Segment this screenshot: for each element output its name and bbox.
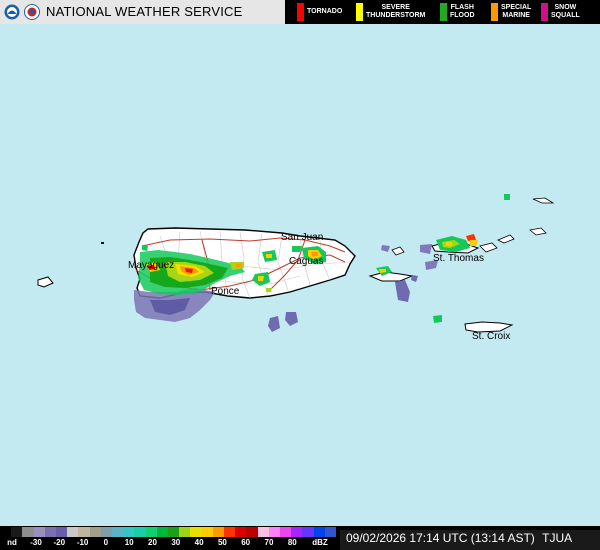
legend-label: SPECIAL MARINE <box>501 4 532 19</box>
label-caguas: Caguas <box>289 256 323 267</box>
scale-color-cell <box>100 527 113 537</box>
legend-label: SEVERE THUNDERSTORM <box>366 4 426 19</box>
label-st-croix: St. Croix <box>472 331 510 342</box>
radar-map[interactable]: San Juan Caguas Mayaguez Ponce St. Thoma… <box>0 24 600 526</box>
desecheo-island <box>101 242 104 244</box>
legend-label: FLASH FLOOD <box>450 4 475 19</box>
scale-tick-label: 50 <box>217 538 227 547</box>
scale-color-cell <box>291 527 303 537</box>
nws-logos <box>4 4 40 20</box>
page-title: NATIONAL WEATHER SERVICE <box>46 4 243 19</box>
legend-swatch <box>297 3 304 21</box>
scale-tick-label: 30 <box>171 538 181 547</box>
label-san-juan: San Juan <box>281 232 323 243</box>
radar-id: TJUA <box>542 531 573 545</box>
label-mayaguez: Mayaguez <box>128 260 174 271</box>
scale-tick-label: 80 <box>287 538 297 547</box>
scale-color-cell <box>235 527 247 537</box>
legend-swatch <box>356 3 363 21</box>
scale-tick-label: 70 <box>264 538 274 547</box>
scale-color-cell <box>11 527 23 537</box>
scale-color-cell <box>156 527 169 537</box>
timestamp-bar: 09/02/2026 17:14 UTC (13:14 AST) TJUA <box>340 530 600 550</box>
scale-tick-label: 10 <box>124 538 134 547</box>
legend-label: SNOW SQUALL <box>551 4 580 19</box>
scale-color-cell <box>112 527 124 537</box>
reflectivity-color-bar: nd -30 -20 -10 0 10 20 30 40 50 60 70 80 dBZ <box>0 526 337 550</box>
scale-tick-label: -30 <box>30 538 42 547</box>
scale-tick-label: 20 <box>148 538 157 547</box>
timestamp: 09/02/2026 17:14 UTC (13:14 AST) <box>346 531 535 545</box>
scale-color-cell <box>22 527 35 537</box>
scale-color-cell <box>257 527 270 537</box>
scale-color-cell <box>280 527 292 537</box>
scale-color-cell <box>268 527 281 537</box>
scale-color-cell <box>224 527 236 537</box>
scale-color-cell <box>179 527 191 537</box>
noaa-logo-icon <box>4 4 20 20</box>
warning-legend: TORNADO SEVERE THUNDERSTORM FLASH FLOOD SPE… <box>285 0 600 24</box>
scale-color-cell <box>246 527 259 537</box>
legend-swatch <box>491 3 498 21</box>
scale-color-cell <box>56 527 68 537</box>
scale-color-cell <box>134 527 147 537</box>
scale-tick-label: 60 <box>241 538 251 547</box>
scale-color-cell <box>190 527 203 537</box>
legend-swatch <box>440 3 447 21</box>
label-ponce: Ponce <box>211 286 240 297</box>
scale-tick-label: -20 <box>53 538 66 547</box>
scale-color-cell <box>302 527 315 537</box>
scale-tick-label: 0 <box>103 538 109 547</box>
scale-color-cell <box>168 527 180 537</box>
scale-color-cell <box>212 527 225 537</box>
scale-color-cell <box>78 527 91 537</box>
legend-label: TORNADO <box>307 8 343 15</box>
legend-swatch <box>541 3 548 21</box>
scale-color-cell <box>89 527 102 537</box>
scale-color-cell <box>324 527 337 537</box>
scale-color-cell <box>67 527 79 537</box>
scale-color-cell <box>313 527 326 537</box>
scale-color-cell <box>145 527 158 537</box>
label-st-thomas: St. Thomas <box>433 253 484 264</box>
nws-logo-icon <box>24 4 40 20</box>
scale-color-cell <box>0 527 12 537</box>
scale-unit-label: dBZ <box>312 538 328 547</box>
scale-color-cell <box>33 527 46 537</box>
scale-nd-label: nd <box>7 538 17 547</box>
scale-color-cell <box>123 527 135 537</box>
scale-tick-label: -10 <box>76 538 89 547</box>
scale-tick-label: 40 <box>194 538 204 547</box>
scale-color-cell <box>44 527 57 537</box>
scale-color-cell <box>201 527 214 537</box>
